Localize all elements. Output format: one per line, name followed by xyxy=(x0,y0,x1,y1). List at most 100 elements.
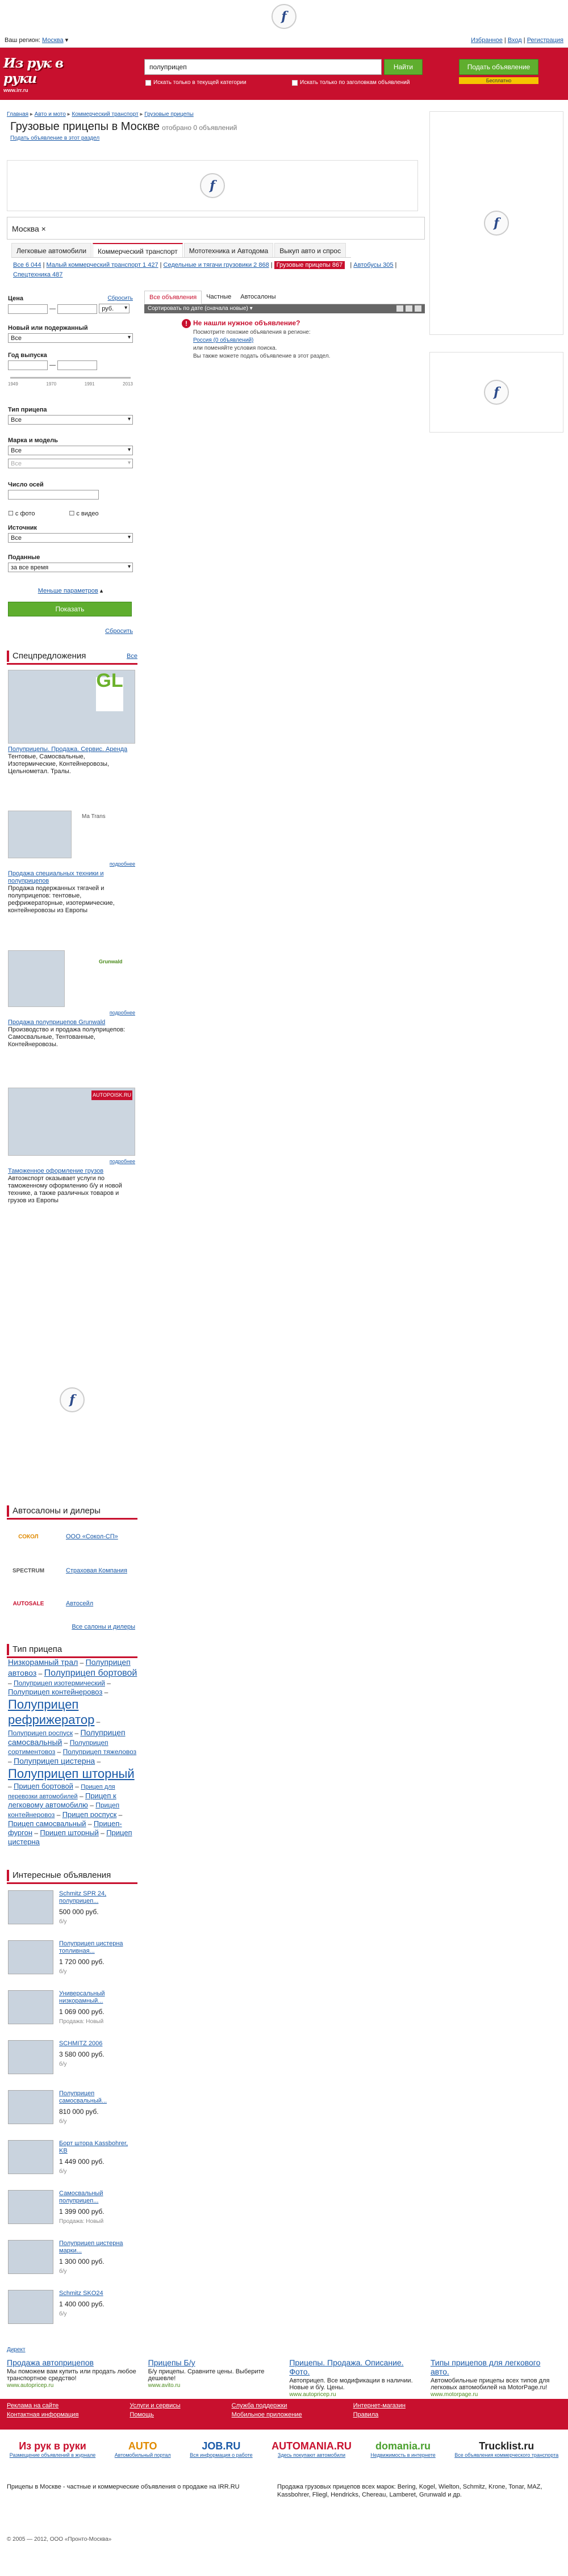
tab-private[interactable]: Частные xyxy=(202,291,236,304)
new-used-select[interactable]: Все xyxy=(8,333,133,343)
subcat-all[interactable]: Все 6 044 xyxy=(13,262,41,268)
trailer-type-link[interactable]: Прицеп самосвальный xyxy=(8,1819,86,1828)
item-title[interactable]: Борт штора Kassbohrer, KB xyxy=(59,2140,135,2155)
item-thumbnail[interactable] xyxy=(8,2190,53,2224)
footer-nav-link[interactable]: Услуги и сервисы xyxy=(130,2402,180,2409)
footer-ad[interactable]: Прицепы. Продажа. Описание. Фото. Автопри… xyxy=(289,2358,420,2398)
reset-bottom-link[interactable]: Сбросить xyxy=(105,628,133,635)
special-image[interactable] xyxy=(8,811,72,858)
footer-ad[interactable]: Типы прицепов для легкового авто. Автомоб… xyxy=(431,2358,561,2398)
item-thumbnail[interactable] xyxy=(8,2290,53,2324)
item-thumbnail[interactable] xyxy=(8,1890,53,1924)
footer-nav-link[interactable]: Реклама на сайте xyxy=(7,2402,78,2409)
ad-banner-right-1[interactable]: f xyxy=(429,111,563,335)
item-thumbnail[interactable] xyxy=(8,1940,53,1974)
year-slider[interactable]: 1949 1970 1991 2013 xyxy=(8,374,133,388)
footer-ad-title[interactable]: Прицепы Б/у xyxy=(148,2358,279,2367)
view-list-icon[interactable] xyxy=(396,305,403,312)
special-item[interactable]: Grunwald подробнее Продажа полуприцепов … xyxy=(8,950,135,1048)
trailer-type-link[interactable]: Полуприцеп изотермический xyxy=(14,1679,105,1687)
ad-banner-left[interactable]: f xyxy=(7,1292,137,1508)
tab-all-ads[interactable]: Все объявления xyxy=(144,291,202,304)
subcat-special[interactable]: Спецтехника 487 xyxy=(13,271,62,278)
footer-nav-link[interactable]: Мобильное приложение xyxy=(232,2411,302,2418)
special-all-link[interactable]: Все xyxy=(127,651,137,662)
axles-input[interactable] xyxy=(8,490,99,500)
tab-cars[interactable]: Легковые автомобили xyxy=(11,243,92,257)
footer-ad[interactable]: Продажа автоприцепов Мы поможем вам купит… xyxy=(7,2358,137,2398)
more-link[interactable]: подробнее xyxy=(8,1158,135,1165)
breadcrumb-trailers[interactable]: Грузовые прицепы xyxy=(144,111,194,118)
less-params-link[interactable]: Меньше параметров xyxy=(38,588,98,594)
search-button[interactable]: Найти xyxy=(384,59,423,75)
sort-select[interactable]: Сортировать по дате (сначала новые) xyxy=(148,305,248,312)
subcat-buses[interactable]: Автобусы 305 xyxy=(353,262,393,268)
trailer-type-link[interactable]: Полуприцеп рефрижератор xyxy=(8,1697,94,1727)
register-link[interactable]: Регистрация xyxy=(527,37,563,44)
footer-nav-link[interactable]: Правила xyxy=(353,2411,406,2418)
trailer-type-link[interactable]: Полуприцеп шторный xyxy=(8,1767,135,1781)
more-link[interactable]: подробнее xyxy=(8,1009,135,1017)
trailer-type-link[interactable]: Прицеп бортовой xyxy=(14,1782,73,1790)
interesting-item[interactable]: Универсальный низкорамный... 1 069 000 ру… xyxy=(8,1990,135,2025)
view-table-icon[interactable] xyxy=(415,305,421,312)
interesting-item[interactable]: Полуприцеп цистерна марки... 1 300 000 ру… xyxy=(8,2240,135,2275)
interesting-item[interactable]: Полуприцеп цистерна топливная... 1 720 00… xyxy=(8,1940,135,1975)
dealer-name[interactable]: Страховая Компания xyxy=(66,1567,127,1574)
add-ad-button[interactable]: Подать объявление xyxy=(459,59,538,75)
special-title[interactable]: Полуприцепы. Продажа. Сервис. Аренда xyxy=(8,746,127,753)
more-link[interactable]: подробнее xyxy=(8,861,135,868)
tab-dealers[interactable]: Автосалоны xyxy=(236,291,280,304)
partner-logo[interactable]: AUTOMANIA.RU Здесь покупают автомобили xyxy=(272,2440,352,2458)
partner-caption[interactable]: Вся информация о работе xyxy=(190,2452,253,2458)
interesting-item[interactable]: Полуприцеп самосвальный... 810 000 руб. б/… xyxy=(8,2090,135,2125)
item-title[interactable]: Schmitz SKO24 xyxy=(59,2290,135,2297)
type-select[interactable]: Все xyxy=(8,415,133,425)
trailer-type-link[interactable]: Низкорамный трал xyxy=(8,1658,78,1667)
trailer-type-link[interactable]: Прицеп шторный xyxy=(40,1828,99,1837)
tab-buyout[interactable]: Выкуп авто и спрос xyxy=(274,243,346,257)
item-title[interactable]: Полуприцеп цистерна топливная... xyxy=(59,1940,135,1955)
location-value[interactable]: Москва × xyxy=(12,224,46,233)
special-item[interactable]: GL Полуприцепы. Продажа. Сервис. Аренда … xyxy=(8,670,135,775)
dealer-item[interactable]: СОКОЛ ООО «Сокол-СП» xyxy=(8,1526,135,1547)
source-select[interactable]: Все xyxy=(8,533,133,543)
trailer-type-link[interactable]: Полуприцеп тяжеловоз xyxy=(63,1748,137,1756)
add-to-section-link[interactable]: Подать объявление в этот раздел xyxy=(10,135,237,141)
footer-nav-link[interactable]: Интернет-магазин xyxy=(353,2402,406,2409)
search-input[interactable]: полуприцеп xyxy=(144,59,382,75)
partner-caption[interactable]: Все объявления коммерческого транспорта xyxy=(454,2452,558,2458)
ad-banner-middle[interactable]: f xyxy=(7,160,418,211)
ad-banner-right-2[interactable]: f xyxy=(429,352,563,433)
partner-logo[interactable]: Trucklist.ru Все объявления коммерческого… xyxy=(454,2440,558,2458)
dealers-all-link[interactable]: Все салоны и дилеры xyxy=(72,1623,135,1630)
footer-nav-link[interactable]: Контактная информация xyxy=(7,2411,78,2418)
price-from-input[interactable] xyxy=(8,304,48,314)
item-title[interactable]: Самосвальный полуприцеп... xyxy=(59,2190,135,2205)
item-title[interactable]: Полуприцеп цистерна марки... xyxy=(59,2240,135,2255)
special-title[interactable]: Таможенное оформление грузов xyxy=(8,1168,103,1174)
breadcrumb-home[interactable]: Главная xyxy=(7,111,28,118)
partner-caption[interactable]: Здесь покупают автомобили xyxy=(272,2452,352,2458)
dealer-name[interactable]: Автосейл xyxy=(66,1600,93,1607)
interesting-item[interactable]: Schmitz SPR 24, полуприцеп... 500 000 руб… xyxy=(8,1890,135,1925)
special-item[interactable]: AUTOPOISK.RU подробнее Таможенное оформл… xyxy=(8,1088,135,1205)
item-thumbnail[interactable] xyxy=(8,1990,53,2024)
interesting-item[interactable]: SCHMITZ 2006 3 580 000 руб. б/у xyxy=(8,2040,135,2074)
top-ad-banner[interactable]: f xyxy=(0,0,568,33)
dealer-item[interactable]: SPECTRUM Страховая Компания xyxy=(8,1560,135,1581)
partner-caption[interactable]: Размещение объявлений в журнале xyxy=(10,2452,96,2458)
item-thumbnail[interactable] xyxy=(8,2140,53,2174)
login-link[interactable]: Вход xyxy=(508,37,522,44)
price-to-input[interactable] xyxy=(57,304,98,314)
subcat-small[interactable]: Малый коммерческий транспорт 1 427 xyxy=(47,262,158,268)
title-only-checkbox[interactable]: Искать только по заголовкам объявлений xyxy=(292,79,410,86)
trailer-type-link[interactable]: Прицеп роспуск xyxy=(62,1810,117,1819)
footer-ad-title[interactable]: Типы прицепов для легкового авто. xyxy=(431,2358,561,2376)
item-title[interactable]: SCHMITZ 2006 xyxy=(59,2040,135,2048)
trailer-type-link[interactable]: Полуприцеп бортовой xyxy=(44,1668,137,1678)
direct-link[interactable]: Директ xyxy=(7,2347,26,2353)
footer-nav-link[interactable]: Помощь xyxy=(130,2411,180,2418)
item-title[interactable]: Schmitz SPR 24, полуприцеп... xyxy=(59,1890,135,1905)
tab-moto[interactable]: Мототехника и Автодома xyxy=(183,243,274,257)
